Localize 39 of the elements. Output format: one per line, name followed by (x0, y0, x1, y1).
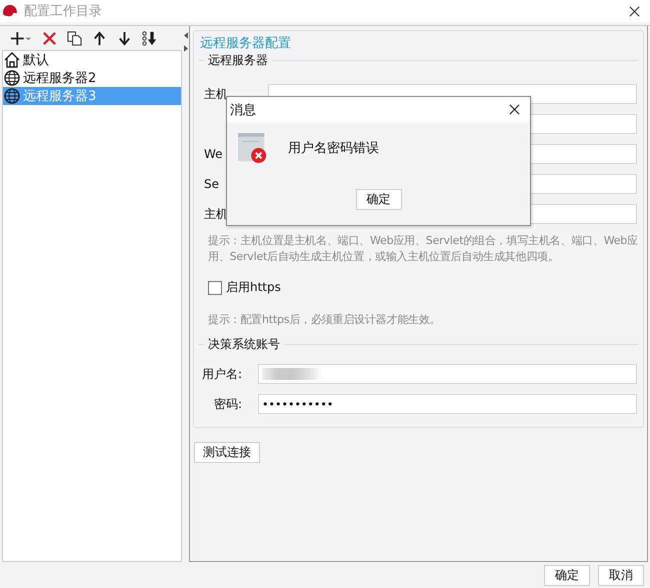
ok-button[interactable]: 确定 (356, 189, 402, 210)
field-label: We (204, 147, 223, 161)
globe-icon (4, 70, 20, 86)
hint-text: 提示：配置https后，必须重启设计器才能生效。 (208, 312, 442, 328)
group-title: 决策系统账号 (204, 336, 284, 353)
close-icon[interactable] (509, 104, 520, 115)
field-label: 密码: (214, 396, 242, 410)
down-arrow-icon[interactable] (117, 30, 132, 46)
username-field[interactable] (258, 364, 637, 384)
panel-title: 远程服务器配置 (200, 35, 292, 52)
password-field[interactable]: ••••••••••• (258, 394, 637, 414)
tree-item[interactable]: 默认 (3, 51, 181, 69)
globe-icon (4, 88, 20, 104)
sort-down-icon[interactable] (142, 30, 157, 46)
close-icon[interactable] (629, 6, 640, 16)
dialog-message: 用户名密码错误 (288, 140, 379, 157)
hat-logo-icon (2, 4, 18, 18)
checkbox-label: 启用https (226, 279, 281, 296)
dialog-button[interactable]: 确定 (544, 565, 590, 586)
hint-text: 提示：主机位置是主机名、端口、Web应用、Servlet的组合，填写主机名、端口、Web应用、Servlet后自动生成主机位置，或输入主机位置后自动生成其他四项。 (208, 233, 639, 265)
house-icon (4, 52, 20, 68)
up-arrow-icon[interactable] (92, 30, 107, 46)
test-connection-button[interactable]: 测试连接 (194, 442, 260, 463)
field-label: 用户名: (202, 366, 242, 380)
tree-item[interactable]: 远程服务器2 (3, 69, 181, 87)
add-icon[interactable] (10, 30, 32, 46)
copy-icon[interactable] (67, 30, 82, 46)
password-value: ••••••••••• (262, 398, 334, 410)
group-title: 远程服务器 (204, 52, 272, 69)
collapse-left-icon[interactable] (184, 32, 188, 39)
window-title: 配置工作目录 (24, 3, 102, 20)
checkbox[interactable] (208, 280, 222, 294)
delete-icon[interactable] (42, 30, 57, 46)
dialog-button[interactable]: 取消 (598, 565, 644, 586)
field-label: Se (204, 177, 219, 191)
error-icon (238, 132, 268, 164)
expand-right-icon[interactable] (184, 45, 188, 52)
dialog-title: 消息 (230, 102, 256, 118)
redacted-value (262, 368, 322, 380)
